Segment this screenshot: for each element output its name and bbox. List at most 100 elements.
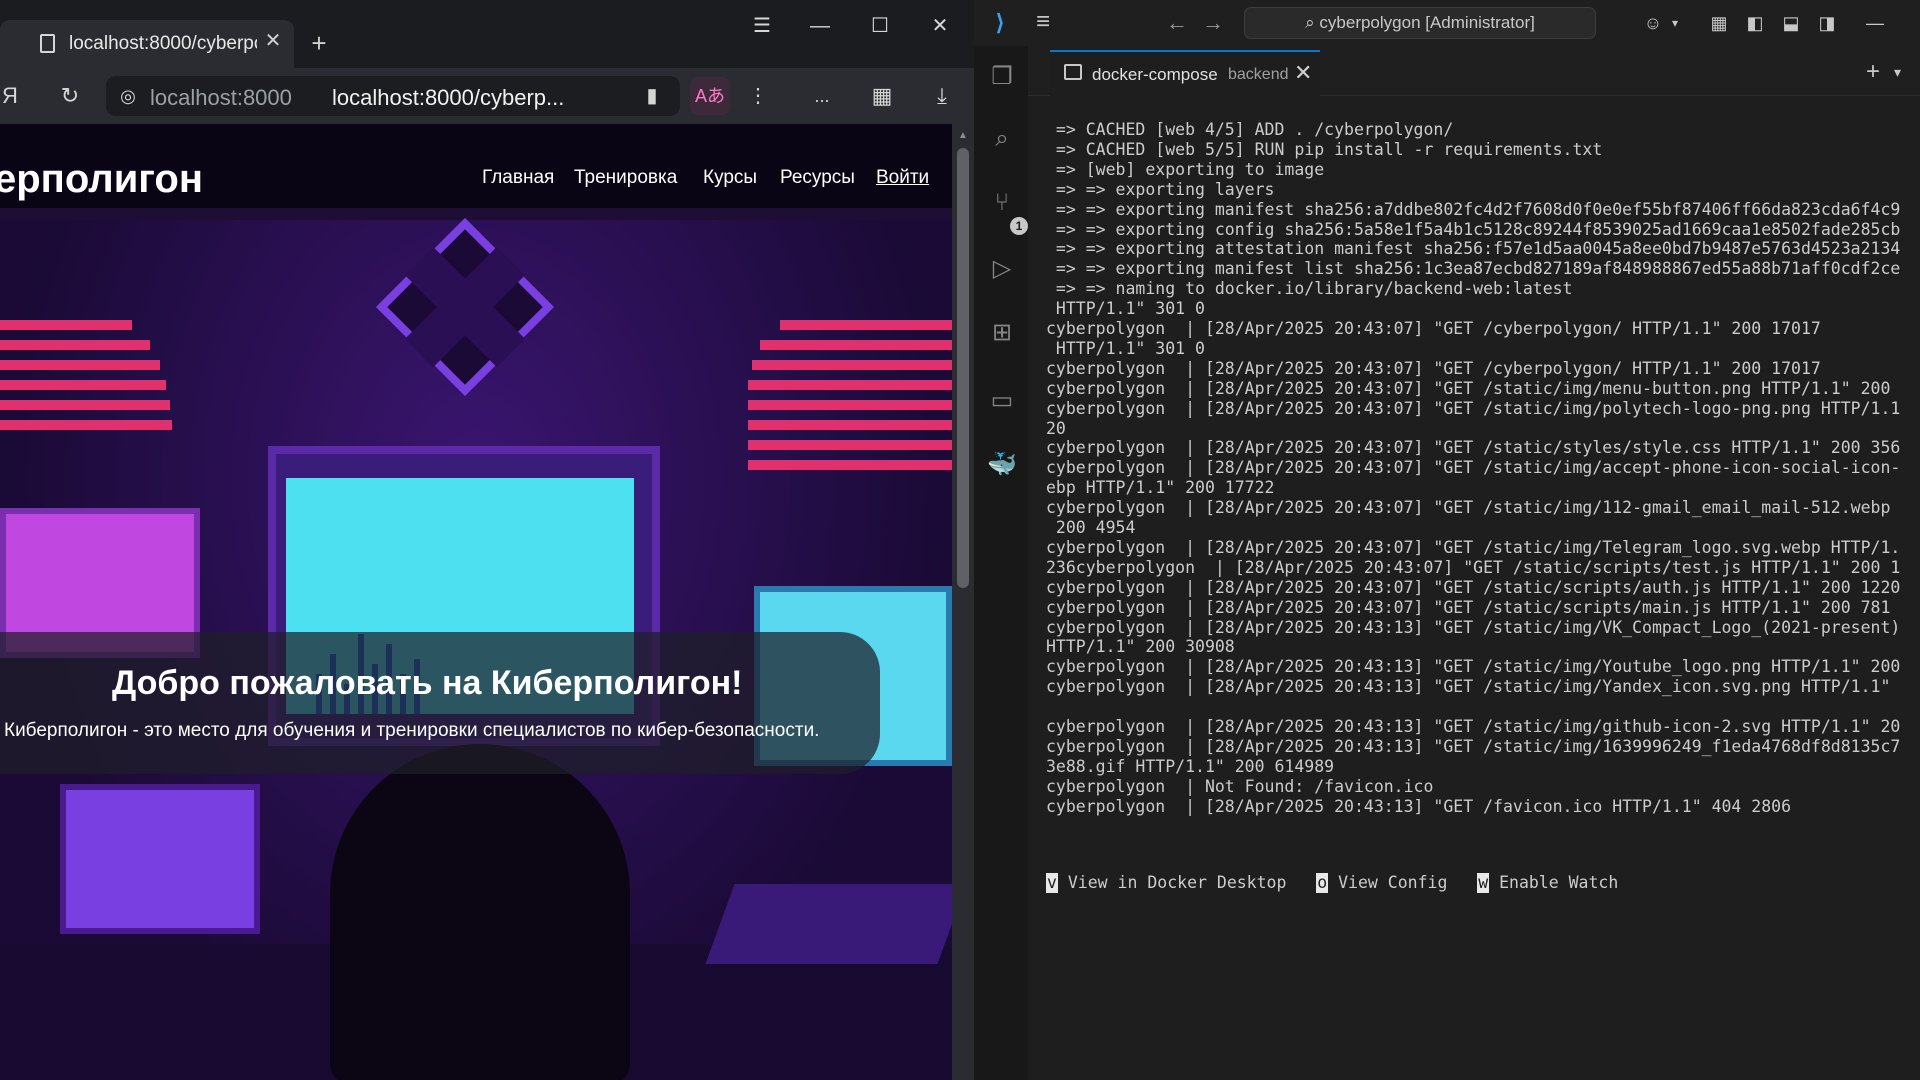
- shortcut-key: w: [1477, 873, 1490, 893]
- source-control-icon[interactable]: ⑂: [987, 188, 1017, 218]
- terminal-line: 20: [1046, 418, 1066, 438]
- vscode-titlebar: ⟩ ≡ ← → ⌕ cyberpolygon [Administrator] ☺…: [974, 0, 1920, 46]
- translate-icon[interactable]: Aあ: [690, 77, 730, 115]
- document-icon: [40, 34, 55, 53]
- toggle-panel-icon[interactable]: ⬓: [1780, 12, 1802, 34]
- shortcut-o[interactable]: o View Config: [1316, 873, 1448, 893]
- terminal-line: ebp HTTP/1.1" 200 17722: [1046, 478, 1275, 498]
- terminal-tab-name: docker-compose: [1092, 65, 1218, 84]
- terminal-line: => => exporting manifest list sha256:1c3…: [1046, 259, 1901, 279]
- terminal-line: 200 4954: [1046, 518, 1136, 537]
- explorer-icon[interactable]: ❐: [987, 62, 1017, 92]
- shortcut-label: View in Docker Desktop: [1057, 873, 1287, 892]
- terminal-line: cyberpolygon | [28/Apr/2025 20:43:07] "G…: [1046, 597, 1891, 617]
- terminal-line: => => exporting layers: [1046, 179, 1275, 199]
- forward-arrow-icon[interactable]: →: [1202, 10, 1224, 36]
- workspace-name: cyberpolygon [Administrator]: [1319, 13, 1535, 32]
- terminal-line: => CACHED [web 4/5] ADD . /cyberpolygon/: [1046, 120, 1454, 139]
- more-actions-button[interactable]: ...: [806, 80, 838, 112]
- kebab-menu-icon[interactable]: ⋮: [742, 80, 774, 112]
- shortcut-key: v: [1046, 873, 1058, 893]
- terminal-line: cyberpolygon | [28/Apr/2025 20:43:07] "G…: [1046, 458, 1901, 478]
- terminal-line: cyberpolygon | [28/Apr/2025 20:43:13] "G…: [1046, 677, 1891, 697]
- terminal-tab-description: backend: [1228, 66, 1289, 83]
- url-text[interactable]: localhost:8000/cyberp...: [332, 85, 564, 111]
- copilot-icon[interactable]: ☺: [1642, 12, 1664, 34]
- close-window-button[interactable]: ✕: [920, 12, 960, 40]
- editor-tab-bar: docker-compose backend ✕ + ▾: [1028, 46, 1920, 96]
- yandex-icon[interactable]: Я: [0, 80, 26, 112]
- minimize-button[interactable]: —: [1864, 12, 1886, 34]
- shortcut-label: Enable Watch: [1489, 873, 1619, 892]
- terminal-line: cyberpolygon | [28/Apr/2025 20:43:07] "G…: [1046, 577, 1901, 597]
- terminal-icon: [1064, 64, 1082, 80]
- collections-icon[interactable]: ▦: [866, 80, 898, 112]
- tab-list-icon[interactable]: ☰: [742, 12, 782, 40]
- terminal-line: => => exporting config sha256:5a58e1f5a4…: [1046, 219, 1901, 239]
- extensions-icon[interactable]: ⊞: [987, 318, 1017, 348]
- desktop: localhost:8000/cyberpo ✕ + ☰ — ☐ ✕ Я ↻ ◎…: [0, 0, 1920, 1080]
- terminal-line: => => exporting manifest sha256:a7ddbe80…: [1046, 199, 1901, 219]
- layout-customize-icon[interactable]: ▦: [1708, 12, 1730, 34]
- terminal-line: cyberpolygon | [28/Apr/2025 20:43:13] "G…: [1046, 736, 1901, 756]
- close-icon[interactable]: ✕: [1294, 62, 1312, 84]
- toggle-secondary-sidebar-icon[interactable]: ◨: [1816, 12, 1838, 34]
- search-icon[interactable]: ⌕: [987, 124, 1017, 154]
- vscode-window: ⟩ ≡ ← → ⌕ cyberpolygon [Administrator] ☺…: [974, 0, 1920, 1080]
- nav-link-courses[interactable]: Курсы: [703, 167, 757, 189]
- terminal-output[interactable]: => CACHED [web 4/5] ADD . /cyberpolygon/…: [1028, 97, 1920, 1080]
- remote-explorer-icon[interactable]: ▭: [987, 386, 1017, 416]
- shortcut-v[interactable]: v View in Docker Desktop: [1046, 873, 1287, 893]
- toggle-sidebar-icon[interactable]: ◧: [1744, 12, 1766, 34]
- back-arrow-icon[interactable]: ←: [1166, 10, 1188, 36]
- scrollbar-thumb[interactable]: [957, 148, 969, 588]
- browser-window: localhost:8000/cyberpo ✕ + ☰ — ☐ ✕ Я ↻ ◎…: [0, 0, 974, 1080]
- chevron-down-icon[interactable]: ▾: [1894, 64, 1901, 81]
- welcome-description: Киберполигон - это место для обучения и …: [4, 720, 820, 741]
- run-debug-icon[interactable]: ▷: [987, 254, 1017, 284]
- close-tab-icon[interactable]: ✕: [262, 30, 284, 52]
- site-info-icon[interactable]: ◎: [112, 80, 144, 112]
- terminal-line: => => exporting attestation manifest sha…: [1046, 239, 1901, 259]
- new-tab-button[interactable]: +: [304, 29, 334, 59]
- page-scrollbar[interactable]: ▲: [952, 124, 974, 1080]
- terminal-line: => CACHED [web 5/5] RUN pip install -r r…: [1046, 139, 1603, 159]
- terminal-line: cyberpolygon | [28/Apr/2025 20:43:07] "G…: [1046, 498, 1891, 518]
- terminal-line: cyberpolygon | [28/Apr/2025 20:43:07] "G…: [1046, 438, 1901, 458]
- terminal-tab[interactable]: docker-compose backend ✕: [1050, 50, 1320, 96]
- terminal-line: cyberpolygon | Not Found: /favicon.ico: [1046, 776, 1434, 796]
- shortcut-key: o: [1316, 873, 1329, 893]
- maximize-button[interactable]: ☐: [860, 12, 900, 40]
- shortcut-label: View Config: [1328, 873, 1448, 892]
- menu-icon[interactable]: ≡: [1036, 8, 1050, 36]
- docker-shortcut-bar: v View in Docker Desktop o View Config w…: [1046, 873, 1618, 893]
- chevron-down-icon[interactable]: ▾: [1664, 12, 1686, 34]
- browser-tab-bar: localhost:8000/cyberpo ✕ + ☰ — ☐ ✕: [0, 0, 974, 68]
- command-center-search[interactable]: ⌕ cyberpolygon [Administrator]: [1244, 7, 1596, 39]
- nav-link-training[interactable]: Тренировка: [574, 167, 677, 189]
- terminal-line: cyberpolygon | [28/Apr/2025 20:43:13] "G…: [1046, 717, 1901, 736]
- terminal-line: => => naming to docker.io/library/backen…: [1046, 279, 1573, 299]
- download-icon[interactable]: ⤓: [926, 80, 958, 112]
- nav-link-login[interactable]: Войти: [876, 167, 929, 189]
- site-title[interactable]: ерполигон: [0, 157, 203, 202]
- new-terminal-plus-icon[interactable]: +: [1866, 58, 1880, 86]
- terminal-line: 3e88.gif HTTP/1.1" 200 614989: [1046, 756, 1335, 776]
- nav-link-home[interactable]: Главная: [482, 167, 554, 189]
- scroll-up-arrow-icon[interactable]: ▲: [958, 130, 968, 141]
- docker-icon[interactable]: 🐳: [987, 450, 1017, 480]
- terminal-line: cyberpolygon | [28/Apr/2025 20:43:07] "G…: [1046, 398, 1901, 418]
- terminal-line: 236cyberpolygon | [28/Apr/2025 20:43:07]…: [1046, 557, 1901, 577]
- bookmark-icon[interactable]: ▮: [636, 80, 668, 112]
- browser-toolbar: Я ↻ ◎ localhost:8000 localhost:8000/cybe…: [0, 68, 974, 124]
- terminal-line: => [web] exporting to image: [1046, 159, 1325, 179]
- terminal-line: cyberpolygon | [28/Apr/2025 20:43:13] "G…: [1046, 796, 1792, 816]
- browser-tab-title: localhost:8000/cyberpo: [69, 33, 257, 54]
- terminal-line: cyberpolygon | [28/Apr/2025 20:43:07] "G…: [1046, 537, 1901, 557]
- minimize-button[interactable]: —: [800, 12, 840, 40]
- url-domain: localhost:8000: [150, 85, 292, 110]
- nav-link-resources[interactable]: Ресурсы: [780, 167, 855, 189]
- shortcut-w[interactable]: w Enable Watch: [1477, 873, 1619, 893]
- browser-tab[interactable]: localhost:8000/cyberpo ✕: [0, 20, 294, 68]
- reload-icon[interactable]: ↻: [54, 80, 86, 112]
